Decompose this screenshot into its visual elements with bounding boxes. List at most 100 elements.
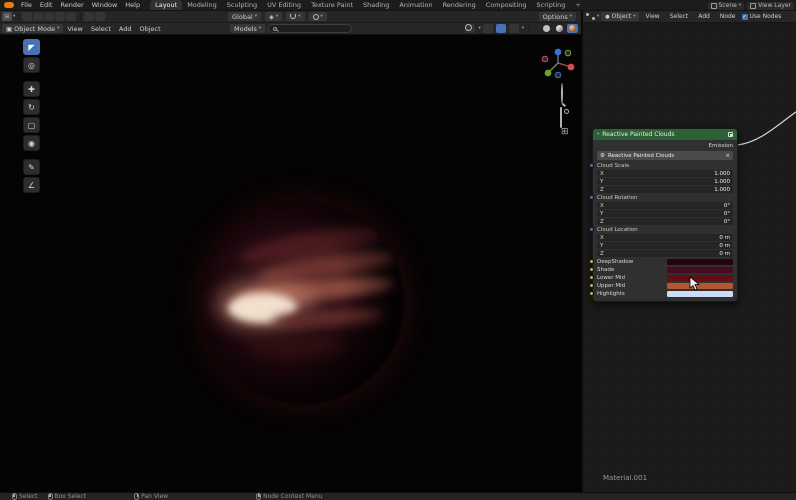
input-socket[interactable]	[589, 195, 594, 200]
navigation-gizmo[interactable]	[540, 44, 580, 84]
tool-move[interactable]: ✚	[23, 81, 40, 97]
unlink-icon[interactable]: ×	[725, 153, 730, 159]
value-slider[interactable]: Y 0°	[597, 210, 733, 217]
value-slider[interactable]: Z 0°	[597, 218, 733, 225]
input-socket[interactable]	[589, 163, 594, 168]
tab-animation[interactable]: Animation	[394, 0, 437, 10]
view-layer-selector[interactable]: View Layer	[747, 1, 794, 10]
tab-modeling[interactable]: Modeling	[182, 0, 222, 10]
tool-rotate[interactable]: ↻	[23, 99, 40, 115]
chevron-down-icon[interactable]: ▾	[13, 14, 15, 19]
proportional-editing-dropdown[interactable]: ▾	[308, 12, 327, 21]
shader-editor[interactable]: ▾ ● Object ▾ View Select Add Node ✓ Use …	[583, 11, 796, 492]
options-dropdown[interactable]: Options ▾	[538, 12, 576, 21]
menu-window[interactable]: Window	[88, 1, 122, 9]
value-slider[interactable]: Z 0 m	[597, 250, 733, 257]
shading-wireframe-button[interactable]	[465, 24, 539, 31]
tool-mode-extend-icon[interactable]	[33, 12, 44, 21]
blender-logo-icon[interactable]	[4, 2, 14, 8]
menu-object[interactable]: Object	[135, 25, 164, 33]
input-socket[interactable]	[589, 267, 594, 272]
tool-mode-intersect-icon[interactable]	[66, 12, 77, 21]
chevron-down-icon[interactable]: ▾	[478, 26, 480, 31]
toggle-ortho-icon[interactable]: ⊞	[561, 128, 569, 137]
toggle-icon[interactable]	[84, 12, 95, 21]
scene-selector[interactable]: Scene ▾	[707, 1, 745, 10]
input-socket[interactable]	[589, 259, 594, 264]
menu-view[interactable]: View	[641, 13, 663, 20]
tab-scripting[interactable]: Scripting	[532, 0, 571, 10]
input-socket[interactable]	[589, 227, 594, 232]
menu-add[interactable]: Add	[694, 13, 714, 20]
menu-select[interactable]: Select	[666, 13, 693, 20]
color-swatch[interactable]	[667, 266, 733, 273]
tool-annotate[interactable]: ✎	[23, 159, 40, 175]
mode-dropdown[interactable]: ▣ Object Mode ▾	[2, 24, 64, 33]
editor-type-icon[interactable]: ⊞	[2, 12, 12, 21]
orientation-dropdown[interactable]: Global ▾	[228, 12, 262, 21]
menu-help[interactable]: Help	[121, 1, 144, 9]
node-group-selector[interactable]: ⚙ Reactive Painted Clouds ×	[597, 151, 733, 160]
value-slider[interactable]: Y 0 m	[597, 242, 733, 249]
asset-search-input[interactable]	[268, 24, 353, 33]
shading-rendered-button[interactable]	[567, 24, 578, 33]
add-workspace-button[interactable]: +	[570, 0, 585, 10]
tab-compositing[interactable]: Compositing	[481, 0, 532, 10]
tool-mode-invert-icon[interactable]	[55, 12, 66, 21]
node-reactive-painted-clouds[interactable]: ▾ Reactive Painted Clouds Emission ⚙ Rea…	[589, 128, 738, 302]
value-slider[interactable]: Z 1.000	[597, 186, 733, 193]
color-swatch[interactable]	[667, 258, 733, 265]
toggle-icon[interactable]	[95, 12, 106, 21]
axis-value: 0 m	[719, 234, 730, 241]
tool-mode-subtract-icon[interactable]	[44, 12, 55, 21]
gizmo-toggle-icon[interactable]	[482, 24, 493, 33]
menu-select[interactable]: Select	[87, 25, 115, 33]
input-socket[interactable]	[589, 283, 594, 288]
tab-texture-paint[interactable]: Texture Paint	[306, 0, 358, 10]
node-header[interactable]: ▾ Reactive Painted Clouds	[593, 129, 737, 140]
editor-divider[interactable]	[581, 11, 583, 492]
axis-label: X	[600, 170, 604, 177]
menu-add[interactable]: Add	[115, 25, 136, 33]
use-nodes-checkbox[interactable]: ✓	[741, 13, 748, 20]
tab-sculpting[interactable]: Sculpting	[222, 0, 262, 10]
chevron-down-icon[interactable]: ▾	[597, 14, 599, 19]
input-socket[interactable]	[589, 275, 594, 280]
tab-rendering[interactable]: Rendering	[438, 0, 481, 10]
axis-value: 0 m	[719, 250, 730, 257]
asset-filter-dropdown[interactable]: Models ▾	[230, 24, 266, 33]
object-visibility-icon[interactable]	[465, 24, 476, 33]
camera-view-icon[interactable]	[560, 107, 562, 128]
value-slider[interactable]: Y 1.000	[597, 178, 733, 185]
menu-file[interactable]: File	[17, 1, 36, 9]
shading-material-button[interactable]	[554, 24, 565, 33]
input-socket[interactable]	[589, 291, 594, 296]
tool-transform[interactable]: ◉	[23, 135, 40, 151]
tab-layout[interactable]: Layout	[150, 0, 183, 10]
tool-mode-set-icon[interactable]	[22, 12, 33, 21]
pivot-dropdown[interactable]: ◈ ▾	[265, 12, 283, 21]
viewport-3d[interactable]	[0, 35, 581, 492]
xray-toggle-icon[interactable]	[508, 24, 519, 33]
snap-dropdown[interactable]: ▾	[286, 12, 305, 21]
tab-uv-editing[interactable]: UV Editing	[262, 0, 306, 10]
tool-measure[interactable]: ∠	[23, 177, 40, 193]
tool-scale[interactable]: ▢	[23, 117, 40, 133]
zoom-icon[interactable]	[561, 83, 563, 104]
tool-select-box[interactable]: ◤	[23, 39, 40, 55]
menu-node[interactable]: Node	[716, 13, 740, 20]
overlays-toggle-icon[interactable]	[495, 24, 506, 33]
menu-render[interactable]: Render	[56, 1, 87, 9]
value-slider[interactable]: X 0°	[597, 202, 733, 209]
shading-solid-button[interactable]	[541, 24, 552, 33]
tab-shading[interactable]: Shading	[358, 0, 394, 10]
value-slider[interactable]: X 1.000	[597, 170, 733, 177]
menu-edit[interactable]: Edit	[36, 1, 57, 9]
menu-view[interactable]: View	[63, 25, 86, 33]
value-slider[interactable]: X 0 m	[597, 234, 733, 241]
chevron-down-icon[interactable]: ▾	[522, 26, 524, 31]
shader-type-dropdown[interactable]: ● Object ▾	[601, 12, 640, 21]
node-editor-icon[interactable]	[586, 13, 595, 20]
collapse-icon[interactable]: ▾	[597, 132, 599, 137]
tool-cursor[interactable]: ◎	[23, 57, 40, 73]
